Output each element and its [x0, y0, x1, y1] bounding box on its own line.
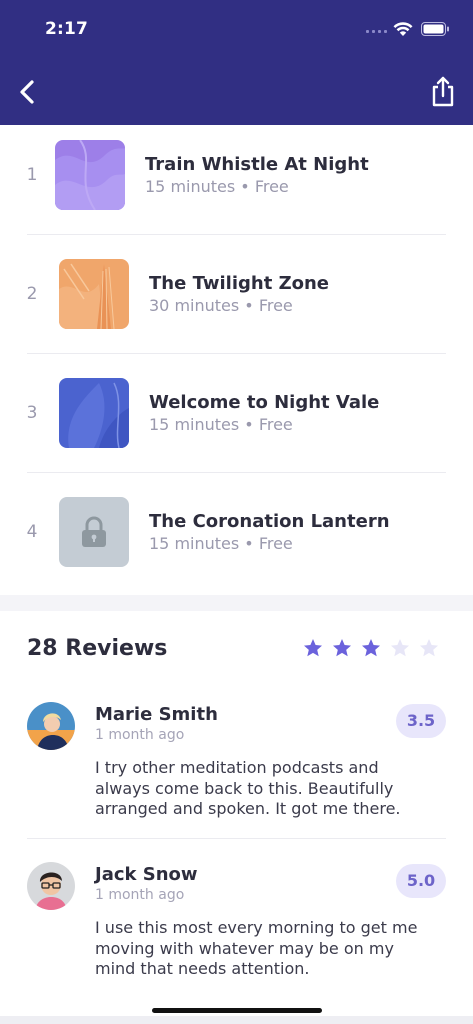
episode-artwork — [59, 259, 129, 329]
star-icon — [304, 639, 322, 657]
review-text: I use this most every morning to get me … — [95, 918, 418, 978]
episode-meta: 15 minutes • Free — [149, 415, 293, 434]
review-time: 1 month ago — [95, 887, 185, 903]
episode-row[interactable]: 3 Welcome to Night Vale 15 minutes • Fre… — [0, 363, 473, 481]
avatar — [27, 862, 75, 910]
share-icon — [432, 76, 454, 107]
bottom-strip — [0, 1016, 473, 1024]
episode-meta: 30 minutes • Free — [149, 296, 293, 315]
star-icon — [362, 639, 380, 657]
cellular-signal-icon — [366, 30, 387, 33]
reviewer-name: Jack Snow — [95, 864, 198, 885]
user-avatar-icon — [27, 862, 75, 910]
review-text: I try other meditation podcasts and alwa… — [95, 758, 401, 818]
episode-list: 1 Train Whistle At Night 15 minutes • Fr… — [0, 125, 473, 595]
episode-row[interactable]: 1 Train Whistle At Night 15 minutes • Fr… — [0, 125, 473, 243]
lock-icon — [82, 516, 106, 547]
user-avatar-icon — [27, 702, 75, 750]
chevron-left-icon — [20, 80, 34, 104]
episode-title: The Twilight Zone — [149, 273, 330, 294]
divider — [27, 472, 446, 473]
divider — [27, 838, 446, 839]
episode-artwork — [55, 140, 125, 210]
sunset-artwork-icon — [59, 259, 129, 329]
episode-row[interactable]: 2 The Twilight Zone 30 minutes • Free — [0, 244, 473, 362]
star-icon — [391, 639, 409, 657]
episode-number: 3 — [26, 403, 38, 423]
episode-row[interactable]: 4 The Coronation Lantern 15 minutes • Fr… — [0, 482, 473, 600]
star-icon — [333, 639, 351, 657]
episode-title: The Coronation Lantern — [149, 511, 390, 532]
battery-icon — [421, 22, 449, 36]
divider — [27, 234, 446, 235]
reviewer-name: Marie Smith — [95, 704, 218, 725]
divider — [27, 353, 446, 354]
episode-title: Train Whistle At Night — [145, 154, 369, 175]
episode-meta: 15 minutes • Free — [149, 534, 293, 553]
wave-artwork-icon — [55, 140, 125, 210]
star-icon — [420, 639, 438, 657]
episode-number: 4 — [26, 522, 38, 542]
rating-badge: 3.5 — [396, 704, 446, 738]
episode-meta: 15 minutes • Free — [145, 177, 289, 196]
episode-number: 1 — [26, 165, 38, 185]
avatar — [27, 702, 75, 750]
rating-stars — [303, 638, 439, 658]
status-time: 2:17 — [45, 19, 89, 39]
episode-title: Welcome to Night Vale — [149, 392, 380, 413]
share-button[interactable] — [429, 74, 457, 108]
back-button[interactable] — [14, 76, 42, 108]
episode-artwork — [59, 378, 129, 448]
review-time: 1 month ago — [95, 727, 185, 743]
episode-number: 2 — [26, 284, 38, 304]
home-indicator[interactable] — [152, 1008, 322, 1013]
section-separator — [0, 595, 473, 611]
wifi-icon — [393, 22, 413, 36]
episode-artwork-locked — [59, 497, 129, 567]
leaf-artwork-icon — [59, 378, 129, 448]
rating-badge: 5.0 — [396, 864, 446, 898]
nav-bar — [0, 62, 473, 125]
status-bar: 2:17 — [0, 0, 473, 62]
reviews-title: 28 Reviews — [27, 636, 168, 661]
